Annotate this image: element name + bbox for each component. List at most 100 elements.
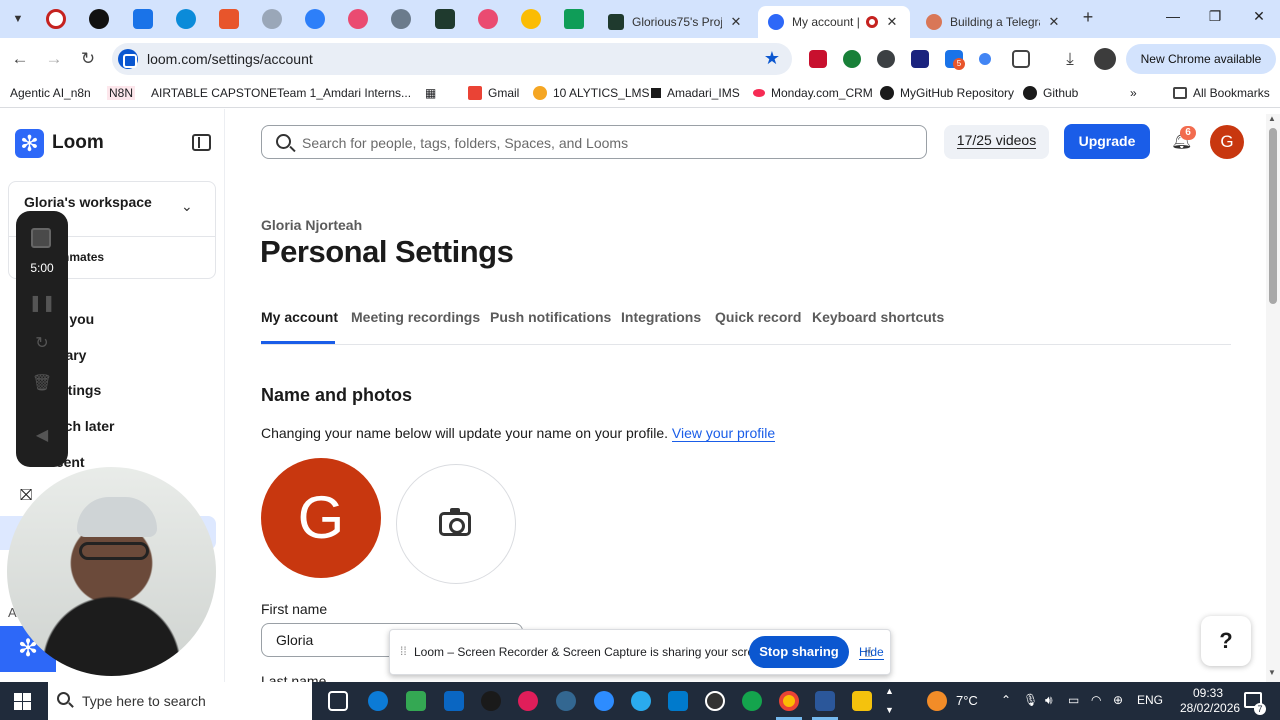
taskbar-search-box[interactable]: Type here to search (48, 682, 312, 720)
apps-grid-icon[interactable]: ▦ (425, 86, 436, 100)
loom-logo-text[interactable]: Loom (52, 132, 104, 154)
scroll-up-icon[interactable]: ▲ (1268, 114, 1276, 123)
new-chrome-available-button[interactable]: New Chrome available (1126, 44, 1276, 74)
windows-start-icon[interactable] (14, 693, 31, 710)
pinned-tab-chart-icon[interactable] (435, 9, 455, 29)
tray-scroll-down-icon[interactable]: ▼ (885, 705, 894, 715)
bookmark-n8n[interactable]: N8N (107, 86, 136, 100)
microphone-icon[interactable]: 🎙︎ (1023, 693, 1038, 707)
tab-close-icon[interactable]: ✕ (884, 14, 900, 30)
upwork-icon[interactable] (481, 691, 501, 711)
pinned-tab-n8n-icon[interactable] (348, 9, 368, 29)
omnibox[interactable]: loom.com/settings/account ★ (112, 43, 792, 75)
pinned-tab-ko-icon[interactable] (219, 9, 239, 29)
tab-push-notifications[interactable]: Push notifications (490, 309, 611, 325)
profile-avatar[interactable]: G (261, 458, 381, 578)
page-scrollbar[interactable]: ▲ ▼ (1266, 114, 1280, 682)
extension-person-icon[interactable] (911, 50, 929, 68)
pinned-tab-drive-icon[interactable] (521, 9, 541, 29)
pinned-tab-share-icon[interactable] (262, 9, 282, 29)
upload-photo-button[interactable] (396, 464, 516, 584)
weather-icon[interactable] (927, 691, 947, 711)
telegram-icon[interactable] (631, 691, 651, 711)
more-bookmarks-icon[interactable]: » (1130, 86, 1137, 100)
search-bar[interactable] (261, 125, 927, 159)
tab-glorious-project[interactable]: Glorious75's Proje ✕ (598, 6, 754, 38)
new-tab-icon[interactable]: + (1078, 7, 1098, 31)
clock[interactable]: 09:33 28/02/2026 (1180, 686, 1240, 716)
avatar[interactable]: G (1210, 125, 1244, 159)
all-bookmarks[interactable]: All Bookmarks (1173, 86, 1270, 100)
tray-scroll-up-icon[interactable]: ▲ (885, 686, 894, 696)
zoom-icon[interactable] (594, 691, 614, 711)
pinned-tab-record-icon[interactable] (46, 9, 66, 29)
bookmark-10-alytics[interactable]: 10 ALYTICS_LMS (533, 86, 650, 100)
tab-building-telegram[interactable]: Building a Telegra ✕ (916, 6, 1072, 38)
grammarly-icon[interactable] (742, 691, 762, 711)
tab-meeting-recordings[interactable]: Meeting recordings (351, 309, 480, 325)
edge-icon[interactable] (368, 691, 388, 711)
volume-icon[interactable]: 🔊︎ (1045, 693, 1053, 708)
word-icon[interactable] (815, 691, 835, 711)
profile-avatar-icon[interactable] (1094, 48, 1116, 70)
collapse-sidebar-icon[interactable] (192, 134, 211, 151)
bookmark-amadari-ims[interactable]: Amadari_IMS (651, 86, 740, 100)
bookmark-monday-crm[interactable]: Monday.com_CRM (753, 86, 873, 100)
pinned-tab-github-icon[interactable] (89, 9, 109, 29)
restart-icon[interactable]: ↻ (16, 333, 68, 353)
pause-icon[interactable]: ❚❚ (16, 293, 68, 313)
pinned-tab-browser-icon[interactable] (305, 9, 325, 29)
postgres-icon[interactable] (556, 691, 576, 711)
reload-icon[interactable]: ↻ (76, 47, 100, 71)
tab-my-account[interactable]: My account (261, 309, 338, 325)
sticky-notes-icon[interactable] (852, 691, 872, 711)
bookmark-github[interactable]: Github (1023, 86, 1078, 100)
bookmark-team-amdari[interactable]: Team 1_Amdari Interns... (277, 86, 411, 100)
stop-sharing-button[interactable]: Stop sharing (749, 636, 849, 668)
upgrade-button[interactable]: Upgrade (1064, 124, 1150, 159)
bookmark-airtable-capstone[interactable]: AIRTABLE CAPSTONE (151, 86, 277, 100)
show-hidden-icons[interactable]: ⌃ (1001, 693, 1011, 707)
network-icon[interactable]: ⊕ (1113, 693, 1123, 707)
trash-icon[interactable]: 🗑︎ (16, 373, 68, 393)
tab-keyboard-shortcuts[interactable]: Keyboard shortcuts (812, 309, 944, 325)
vscode-icon[interactable] (668, 691, 688, 711)
forward-arrow-icon[interactable]: → (42, 47, 66, 71)
pinned-tab-triangle-icon[interactable] (391, 9, 411, 29)
collapse-controls-icon[interactable]: ◀ (16, 425, 68, 445)
pinned-tab-sheets-icon[interactable] (564, 9, 584, 29)
stop-recording-icon[interactable] (31, 228, 51, 248)
task-view-icon[interactable] (328, 691, 348, 711)
download-icon[interactable]: ⤓ (1058, 47, 1082, 71)
help-button[interactable]: ? (1201, 616, 1251, 666)
search-input[interactable] (302, 132, 912, 154)
bookmark-star-icon[interactable]: ★ (764, 48, 780, 69)
tab-close-icon[interactable]: ✕ (728, 14, 744, 30)
tab-search-dropdown-icon[interactable]: ▼ (8, 9, 28, 29)
battery-icon[interactable]: ▭ (1068, 693, 1079, 707)
camera-bubble[interactable] (7, 467, 216, 676)
pinned-tab-edge-icon[interactable] (176, 9, 196, 29)
drag-handle-icon[interactable]: ⁞⁞ (400, 644, 407, 658)
gift-icon[interactable]: ⛝ (20, 487, 32, 505)
extension-circle-icon[interactable] (877, 50, 895, 68)
back-arrow-icon[interactable]: ← (8, 47, 32, 71)
scroll-down-icon[interactable]: ▼ (1268, 668, 1276, 677)
input-language[interactable]: ENG (1137, 693, 1163, 707)
extension-dot-icon[interactable] (979, 53, 991, 65)
scrollbar-thumb[interactable] (1269, 128, 1277, 304)
slack-icon[interactable] (518, 691, 538, 711)
bookmark-agentic-ai[interactable]: Agentic AI_n8n (10, 86, 91, 100)
maximize-window-icon[interactable]: ❐ (1200, 8, 1230, 30)
url-text[interactable]: loom.com/settings/account (147, 51, 313, 67)
loom-logo-icon[interactable]: ✻ (15, 129, 44, 158)
extensions-puzzle-icon[interactable] (1012, 50, 1030, 68)
tab-integrations[interactable]: Integrations (621, 309, 701, 325)
wifi-icon[interactable]: ◠ (1091, 693, 1101, 707)
pinned-tab-settings-icon[interactable] (133, 9, 153, 29)
linkedin-icon[interactable] (444, 691, 464, 711)
sidebar-item-watch-later[interactable]: tch later (60, 418, 114, 434)
video-count-badge[interactable]: 17/25 videos (944, 125, 1049, 159)
view-profile-link[interactable]: View your profile (671, 425, 776, 442)
bookmark-gmail[interactable]: Gmail (468, 86, 519, 100)
